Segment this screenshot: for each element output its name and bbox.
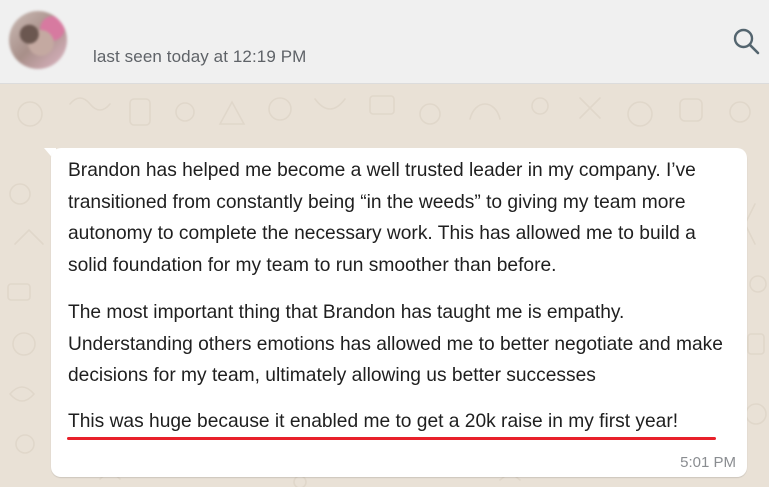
message-paragraph-3-highlight: This was huge because it enabled me to g…	[68, 411, 679, 432]
message-bubble[interactable]: Brandon has helped me become a well trus…	[51, 148, 747, 477]
last-seen-status: last seen today at 12:19 PM	[93, 47, 307, 66]
chat-header: last seen today at 12:19 PM	[0, 0, 769, 84]
message-paragraph-1: Brandon has helped me become a well trus…	[68, 160, 696, 276]
message-paragraph-2: The most important thing that Brandon ha…	[68, 302, 723, 386]
chat-area: Brandon has helped me become a well trus…	[0, 84, 769, 487]
message-timestamp: 5:01 PM	[680, 454, 736, 471]
search-icon[interactable]	[731, 26, 761, 56]
highlight-underline	[67, 437, 716, 440]
contact-avatar[interactable]	[9, 11, 67, 69]
